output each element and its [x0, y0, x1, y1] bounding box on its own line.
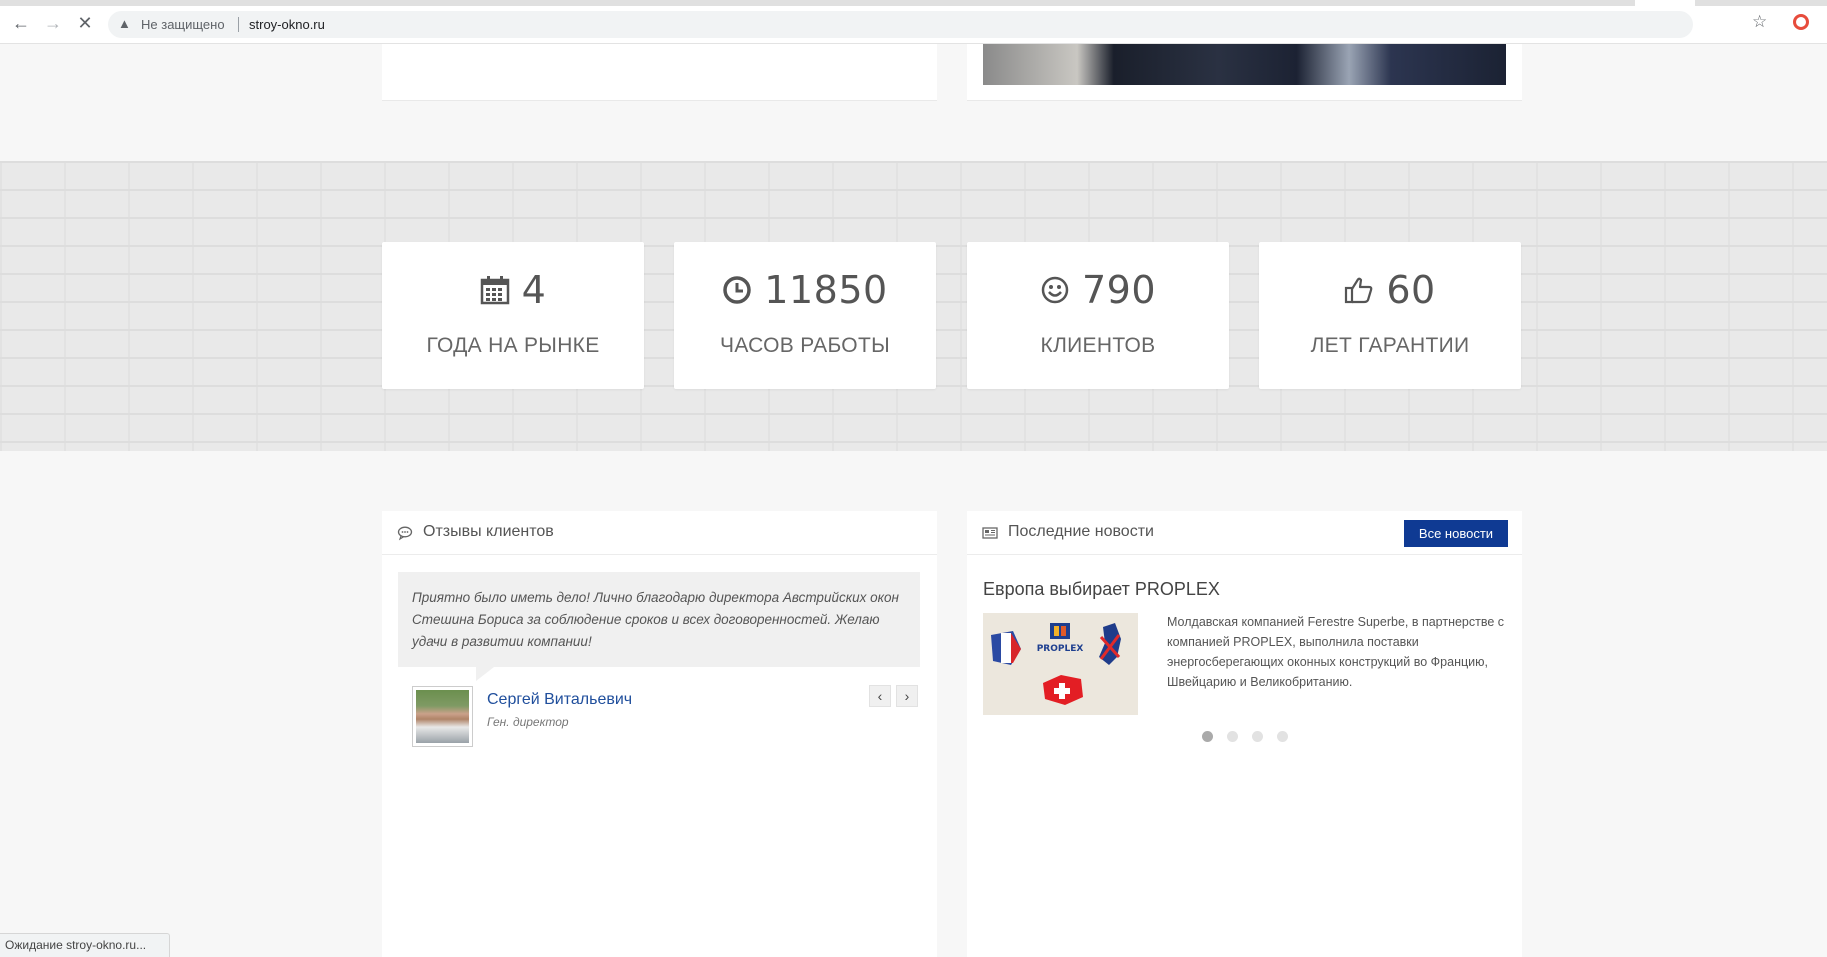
status-bar: Ожидание stroy-okno.ru... [0, 933, 170, 957]
back-arrow-icon[interactable]: ← [11, 13, 31, 33]
smiley-icon [1041, 276, 1069, 304]
news-title: Последние новости [1008, 523, 1154, 540]
stat-card-warranty: 60 ЛЕТ ГАРАНТИИ [1259, 242, 1521, 389]
news-header: Последние новости Все новости [967, 511, 1522, 555]
stat-value: 4 [521, 268, 547, 312]
carousel-dot-3[interactable] [1251, 731, 1263, 742]
stat-card-hours: 11850 ЧАСОВ РАБОТЫ [674, 242, 936, 389]
reviews-title: Отзывы клиентов [423, 523, 554, 540]
stop-loading-icon[interactable]: ✕ [75, 13, 95, 33]
content-card-left [382, 44, 937, 101]
calendar-icon [480, 276, 509, 305]
address-bar[interactable]: ▲ Не защищено stroy-okno.ru [108, 11, 1693, 38]
proplex-logo-text: PROPLEX [1037, 644, 1084, 654]
news-item-image[interactable]: PROPLEX [983, 613, 1138, 715]
stat-label: ЛЕТ ГАРАНТИИ [1310, 334, 1470, 357]
stat-label: ЧАСОВ РАБОТЫ [720, 334, 890, 357]
newspaper-icon [982, 527, 998, 539]
next-review-button[interactable]: › [896, 685, 918, 707]
stat-value: 11850 [764, 268, 888, 312]
stat-label: ГОДА НА РЫНКЕ [426, 334, 600, 357]
carousel-dot-1[interactable] [1201, 731, 1213, 742]
clock-icon [723, 276, 752, 304]
tab-strip [0, 0, 1635, 6]
news-item-text: Молдавская компанией Ferestre Superbe, в… [1167, 615, 1505, 689]
review-author[interactable]: Сергей Витальевич [487, 691, 632, 709]
avatar-photo [416, 690, 469, 743]
review-quote: Приятно было иметь дело! Лично благодарю… [398, 572, 920, 667]
bookmark-star-icon[interactable]: ☆ [1752, 12, 1767, 32]
extension-icon[interactable] [1793, 14, 1809, 30]
reviews-panel: Отзывы клиентов Приятно было иметь дело!… [382, 511, 937, 957]
tab-strip-right [1695, 0, 1827, 6]
url-text[interactable]: stroy-okno.ru [249, 17, 325, 32]
news-item-title[interactable]: Европа выбирает PROPLEX [983, 579, 1220, 600]
stat-card-clients: 790 КЛИЕНТОВ [967, 242, 1229, 389]
stat-value: 60 [1386, 268, 1436, 312]
news-panel: Последние новости Все новости Европа выб… [967, 511, 1522, 957]
comment-icon [397, 526, 413, 541]
address-divider [238, 17, 239, 32]
forward-arrow-icon[interactable]: → [43, 13, 63, 33]
prev-review-button[interactable]: ‹ [869, 685, 891, 707]
browser-toolbar: ← → ✕ ▲ Не защищено stroy-okno.ru ☆ [0, 0, 1827, 44]
reviews-header: Отзывы клиентов [382, 511, 937, 555]
stat-label: КЛИЕНТОВ [1040, 334, 1156, 357]
security-label[interactable]: Не защищено [141, 17, 225, 32]
thumbs-up-icon [1345, 277, 1373, 304]
carousel-dot-2[interactable] [1226, 731, 1238, 742]
carousel-dots [967, 731, 1522, 742]
content-card-right [967, 44, 1522, 101]
review-author-role: Ген. директор [487, 715, 569, 729]
avatar [412, 686, 473, 747]
team-photo [983, 44, 1506, 85]
stat-value: 790 [1081, 268, 1157, 312]
quote-tail [476, 667, 494, 681]
stat-card-years: 4 ГОДА НА РЫНКЕ [382, 242, 644, 389]
all-news-button[interactable]: Все новости [1404, 520, 1508, 547]
europe-flags-illustration: PROPLEX [983, 613, 1138, 715]
warning-icon[interactable]: ▲ [118, 16, 131, 31]
carousel-dot-4[interactable] [1276, 731, 1288, 742]
